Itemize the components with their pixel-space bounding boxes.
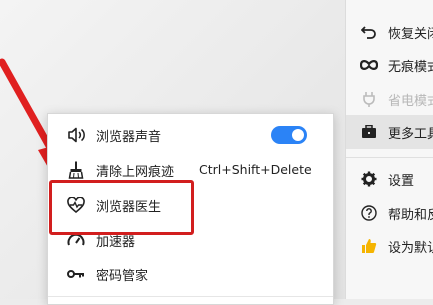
gear-icon <box>360 170 378 188</box>
plug-icon <box>360 90 378 108</box>
keyboard-shortcut: Ctrl+Shift+Delete <box>199 162 312 177</box>
red-highlight-box <box>49 180 194 235</box>
main-menu-item-cut-off[interactable] <box>346 0 433 18</box>
incognito-icon <box>360 56 378 74</box>
thumbs-up-icon <box>360 237 378 255</box>
key-icon <box>66 264 86 284</box>
help-icon <box>360 204 378 222</box>
main-menu-label: 恢复关闭 <box>388 26 433 42</box>
browser-main-menu: 恢复关闭 无痕模式 省电模式 更多工具 设置 帮助和反馈 设为默认 <box>345 0 433 299</box>
main-menu-item-set-default[interactable]: 设为默认 <box>346 231 433 261</box>
main-menu-item-help[interactable]: 帮助和反馈 <box>346 198 433 228</box>
main-menu-item-power-saving[interactable]: 省电模式 <box>346 84 433 114</box>
main-menu-divider <box>346 157 433 158</box>
submenu-divider <box>48 296 333 297</box>
broom-icon <box>66 160 86 180</box>
main-menu-label: 设置 <box>388 173 415 189</box>
main-menu-label: 无痕模式 <box>388 59 433 75</box>
submenu-label: 密码管家 <box>96 268 149 284</box>
browser-sound-toggle[interactable] <box>271 126 307 144</box>
main-menu-label: 帮助和反馈 <box>388 207 433 223</box>
submenu-label: 清除上网痕迹 <box>96 164 175 180</box>
submenu-item-password-manager[interactable]: 密码管家 <box>48 259 333 289</box>
toolbox-icon <box>360 123 378 141</box>
main-menu-label: 设为默认 <box>388 240 433 256</box>
toggle-knob <box>292 129 304 141</box>
undo-icon <box>360 23 378 41</box>
main-menu-label: 更多工具 <box>388 126 433 142</box>
main-menu-item-more-tools[interactable]: 更多工具 <box>346 115 433 149</box>
speaker-icon <box>66 125 86 145</box>
submenu-item-browser-sound[interactable]: 浏览器声音 <box>48 120 333 150</box>
main-menu-label: 省电模式 <box>388 93 433 109</box>
new-window-icon <box>360 0 378 12</box>
main-menu-item-incognito[interactable]: 无痕模式 <box>346 50 433 80</box>
submenu-label: 浏览器声音 <box>96 129 162 145</box>
main-menu-item-settings[interactable]: 设置 <box>346 164 433 194</box>
main-menu-item-restore-closed[interactable]: 恢复关闭 <box>346 17 433 47</box>
